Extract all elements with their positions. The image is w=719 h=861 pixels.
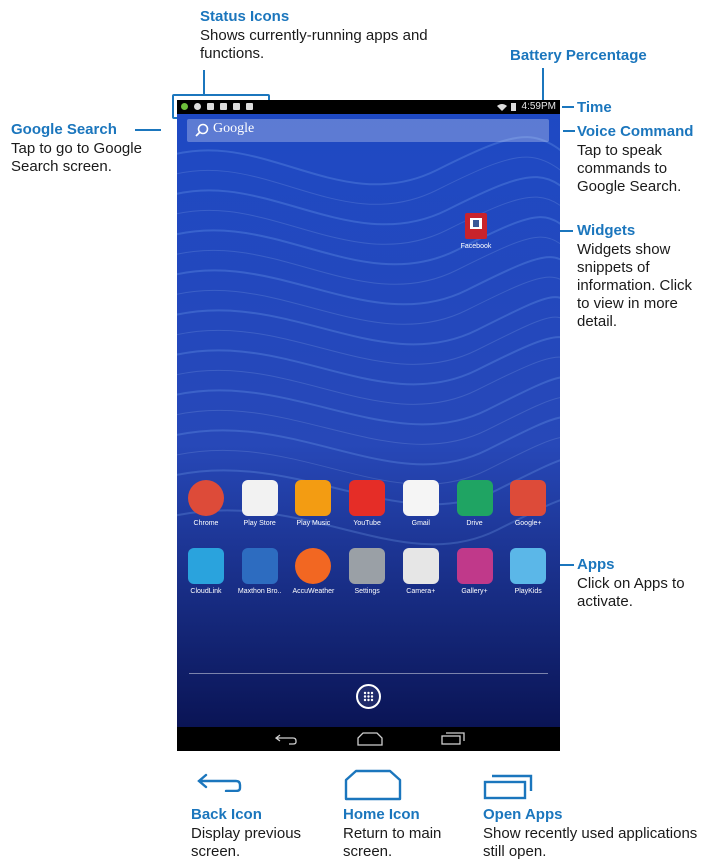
app-label: Gmail [411,520,430,527]
app-drawer-icon [363,691,374,702]
playkids-icon [510,548,547,584]
navigation-bar [177,727,560,751]
settings-icon [349,548,386,584]
status-icons-leader [203,70,205,94]
chat-status-icon [194,103,201,110]
home-icon-desc: Return to main screen. [343,825,442,860]
app-playkids[interactable]: PlayKids [503,548,553,597]
app-label: Google+ [514,520,542,527]
tablet-screen: 4:59PM Google Facebook Chrome Play Store P… [177,100,560,751]
back-icon-desc: Display previous screen. [191,825,302,860]
dock-divider [189,673,548,674]
play-store-icon [241,480,278,516]
drive-icon [456,480,493,516]
time-leader [562,106,574,108]
mail-status-icon [220,103,227,110]
status-icons-title: Status Icons [200,8,290,25]
apps-title: Apps [577,556,615,573]
status-time: 4:59PM [521,101,556,112]
clipboard-status-icon [246,103,253,110]
widgets-desc: Widgets show snippets of information. Cl… [577,241,693,330]
play-music-icon [295,480,332,516]
app-label: Play Store [243,520,276,527]
search-icon [195,123,209,137]
facebook-icon [465,213,487,239]
cloudlink-icon [188,548,224,584]
app-label: Play Music [296,520,331,527]
app-label: Settings [354,588,380,595]
app-settings[interactable]: Settings [342,548,392,597]
google-search-leader [135,129,161,131]
apps-leader [560,564,574,566]
google-plus-icon [510,480,547,516]
app-gallery[interactable]: Gallery+ [450,548,500,597]
back-icon-title: Back Icon [191,806,262,823]
app-play-music[interactable]: Play Music [288,480,338,529]
apps-desc: Click on Apps to activate. [577,575,685,610]
battery-leader [542,68,544,101]
time-title: Time [577,99,612,116]
app-camera[interactable]: Camera+ [396,548,446,597]
back-icon [197,773,242,792]
open-apps-title: Open Apps [483,806,563,823]
battery-icon [511,103,516,111]
app-label: AccuWeather [292,588,335,595]
gmail-icon [402,480,439,516]
maxthon-icon [241,548,278,584]
open-apps-icon [483,774,533,800]
app-chrome[interactable]: Chrome [181,480,231,529]
app-drive[interactable]: Drive [450,480,500,529]
document-status-icon [233,103,240,110]
wallpaper [177,100,560,727]
status-bar: 4:59PM [177,100,560,114]
gallery-icon [456,548,493,584]
app-gmail[interactable]: Gmail [396,480,446,529]
nav-home-button[interactable] [357,732,383,746]
app-accuweather[interactable]: AccuWeather [288,548,338,597]
app-label: PlayKids [514,588,542,595]
home-icon-title: Home Icon [343,806,420,823]
facebook-label: Facebook [460,243,492,250]
wifi-icon [497,104,507,111]
voice-command-desc: Tap to speak commands to Google Search. [577,142,682,195]
app-label: Maxthon Bro.. [237,588,282,595]
app-label: CloudLink [190,588,222,595]
phone-status-icon [181,103,188,110]
voice-command-title: Voice Command [577,123,694,140]
app-label: Gallery+ [461,588,488,595]
battery-title: Battery Percentage [510,47,647,64]
camera-icon [402,548,439,584]
nav-recent-apps-button[interactable] [441,732,465,746]
app-youtube[interactable]: YouTube [342,480,392,529]
youtube-icon [349,480,386,516]
chrome-icon [188,480,224,516]
app-label: Chrome [193,520,219,527]
google-search-title: Google Search [11,121,117,138]
home-icon [344,769,402,801]
app-maxthon[interactable]: Maxthon Bro.. [235,548,285,597]
image-status-icon [207,103,214,110]
search-placeholder: Google [213,121,255,136]
app-label: Drive [466,520,483,527]
google-search-desc: Tap to go to Google Search screen. [11,140,142,175]
app-cloudlink[interactable]: CloudLink [181,548,231,597]
app-google-plus[interactable]: Google+ [503,480,553,529]
accuweather-icon [295,548,332,584]
google-search-bar[interactable]: Google [187,119,549,142]
app-label: Camera+ [406,588,436,595]
facebook-widget[interactable]: Facebook [459,213,493,252]
status-icons-desc: Shows currently-running apps and functio… [200,27,428,62]
open-apps-desc: Show recently used applications still op… [483,825,698,860]
voice-command-leader [563,130,575,132]
app-play-store[interactable]: Play Store [235,480,285,529]
nav-back-button[interactable] [275,733,297,745]
app-label: YouTube [353,520,381,527]
widgets-title: Widgets [577,222,636,239]
all-apps-button[interactable] [356,684,381,709]
